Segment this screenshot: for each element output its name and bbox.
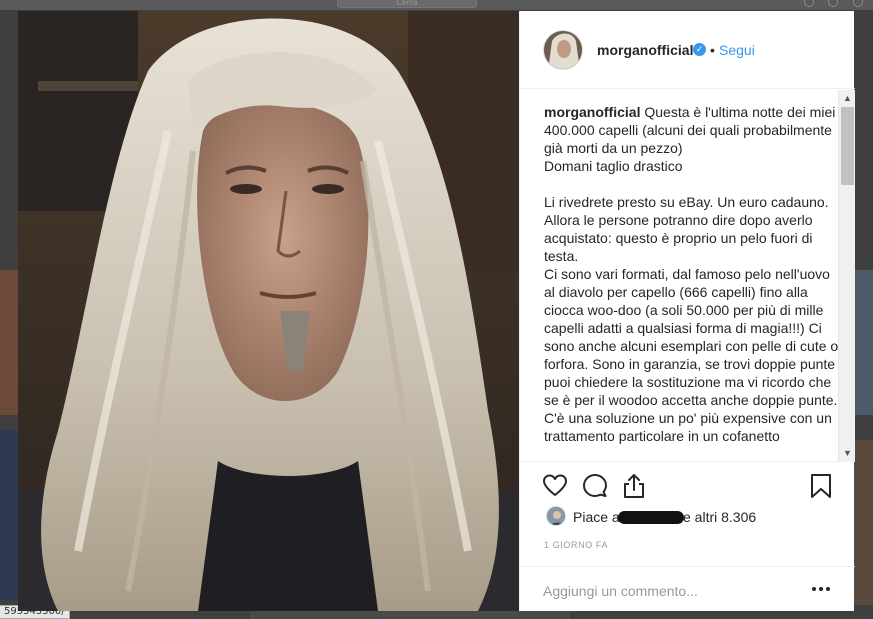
share-icon-svg — [624, 474, 644, 498]
background-tile — [250, 611, 570, 619]
caption-paragraph: Li rivedrete presto su eBay. Un euro cad… — [544, 194, 829, 264]
bookmark-icon-svg — [811, 474, 831, 498]
comments-area[interactable]: morganofficial Questa è l'ultima notte d… — [520, 90, 855, 462]
background-tile — [0, 270, 18, 415]
post-header: morganofficial ✓ • Segui — [520, 11, 855, 89]
background-tile — [854, 440, 873, 605]
likes-summary: Piace a e altri 8.306 — [520, 505, 855, 529]
heart-icon-svg — [543, 474, 567, 496]
share-icon[interactable] — [621, 473, 647, 499]
portrait-image — [18, 11, 519, 611]
redacted-username — [618, 511, 684, 524]
caption-paragraph: Ci sono vari formati, dal famoso pelo ne… — [544, 266, 839, 444]
add-comment-input[interactable] — [543, 581, 803, 601]
liker-avatar-image — [547, 507, 565, 525]
post-caption: morganofficial Questa è l'ultima notte d… — [544, 103, 839, 445]
scroll-down-arrow-icon[interactable]: ▼ — [839, 445, 856, 462]
liker-avatar[interactable] — [546, 506, 566, 526]
more-options-icon[interactable] — [809, 579, 833, 599]
post-photo[interactable] — [18, 11, 519, 611]
avatar-image — [544, 31, 582, 69]
verified-badge-icon: ✓ — [693, 43, 706, 56]
background-search-input: Cerca — [337, 0, 477, 8]
caption-username[interactable]: morganofficial — [544, 104, 640, 120]
background-tile — [0, 430, 18, 600]
scroll-up-arrow-icon[interactable]: ▲ — [839, 90, 856, 107]
post-details-panel: morganofficial ✓ • Segui morganofficial … — [519, 11, 855, 611]
comment-icon[interactable] — [582, 473, 608, 499]
follow-button[interactable]: Segui — [719, 42, 755, 58]
bookmark-icon[interactable] — [808, 473, 834, 499]
scrollbar-thumb[interactable] — [841, 107, 854, 185]
likes-prefix: Piace a — [573, 509, 620, 525]
caption-paragraph: Domani taglio drastico — [544, 158, 683, 174]
comment-icon-svg — [583, 474, 607, 497]
header-separator: • — [710, 42, 715, 58]
author-avatar[interactable] — [543, 30, 583, 70]
background-tile — [854, 270, 873, 415]
post-actions — [520, 463, 855, 505]
comments-scrollbar[interactable]: ▲ ▼ — [838, 90, 855, 462]
heart-icon[interactable] — [542, 473, 568, 499]
caption-paragraph: morganofficial Questa è l'ultima notte d… — [544, 103, 839, 157]
author-username[interactable]: morganofficial — [597, 42, 693, 58]
add-comment-section — [520, 566, 855, 611]
post-timestamp[interactable]: 1 GIORNO FA — [544, 540, 608, 550]
more-options-icon-svg — [812, 587, 830, 591]
likes-count-link[interactable]: e altri 8.306 — [683, 509, 756, 525]
